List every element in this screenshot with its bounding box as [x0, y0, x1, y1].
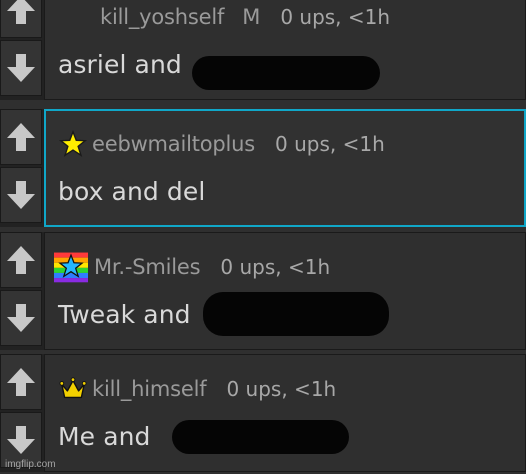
downvote-button[interactable]	[0, 167, 42, 223]
upvote-button[interactable]	[0, 232, 42, 288]
redaction-scribble	[192, 56, 380, 90]
comment-text: Tweak and	[58, 300, 191, 329]
arrow-up-icon	[7, 123, 35, 151]
rainbow-star-icon	[54, 252, 88, 283]
comment-stats: 0 ups, <1h	[220, 255, 331, 279]
arrow-down-icon	[7, 426, 35, 454]
comment-item: kill_yoshself M 0 ups, <1h asriel and	[0, 0, 526, 100]
comment-body[interactable]: eebwmailtoplus 0 ups, <1h box and del	[44, 109, 526, 227]
username-link[interactable]: kill_yoshself	[100, 5, 224, 29]
upvote-button[interactable]	[0, 0, 42, 38]
vote-column	[0, 232, 44, 350]
arrow-up-icon	[7, 368, 35, 396]
watermark: imgflip.com	[5, 459, 56, 470]
username-link[interactable]: kill_himself	[92, 377, 207, 401]
comment-text: box and del	[58, 177, 206, 206]
comment-header: eebwmailtoplus 0 ups, <1h	[58, 128, 385, 160]
downvote-button[interactable]	[0, 40, 42, 96]
comment-stats: 0 ups, <1h	[280, 5, 391, 29]
vote-column	[0, 109, 44, 227]
comment-item: kill_himself 0 ups, <1h Me and	[0, 354, 526, 472]
star-icon	[58, 129, 88, 159]
upvote-button[interactable]	[0, 109, 42, 165]
comment-item: eebwmailtoplus 0 ups, <1h box and del	[0, 109, 526, 227]
comment-header: kill_yoshself M 0 ups, <1h	[58, 1, 390, 33]
arrow-down-icon	[7, 54, 35, 82]
mod-badge: M	[242, 5, 261, 29]
comment-text: asriel and	[58, 50, 182, 79]
arrow-down-icon	[7, 304, 35, 332]
comment-header: Mr.-Smiles 0 ups, <1h	[54, 251, 331, 283]
comment-stats: 0 ups, <1h	[275, 132, 385, 156]
downvote-button[interactable]	[0, 290, 42, 346]
comment-stats: 0 ups, <1h	[226, 377, 337, 401]
upvote-button[interactable]	[0, 354, 42, 410]
redaction-scribble	[203, 292, 389, 336]
vote-column	[0, 0, 44, 100]
arrow-down-icon	[7, 181, 35, 209]
comment-body[interactable]: kill_himself 0 ups, <1h Me and	[44, 354, 526, 472]
username-link[interactable]: eebwmailtoplus	[92, 132, 255, 156]
arrow-up-icon	[7, 0, 35, 24]
redaction-scribble	[172, 420, 349, 454]
comment-header: kill_himself 0 ups, <1h	[58, 373, 336, 405]
comment-item: Mr.-Smiles 0 ups, <1h Tweak and	[0, 232, 526, 350]
arrow-up-icon	[7, 246, 35, 274]
crown-icon	[58, 374, 88, 404]
username-link[interactable]: Mr.-Smiles	[94, 255, 201, 279]
vote-column	[0, 354, 44, 472]
comment-text: Me and	[58, 422, 151, 451]
